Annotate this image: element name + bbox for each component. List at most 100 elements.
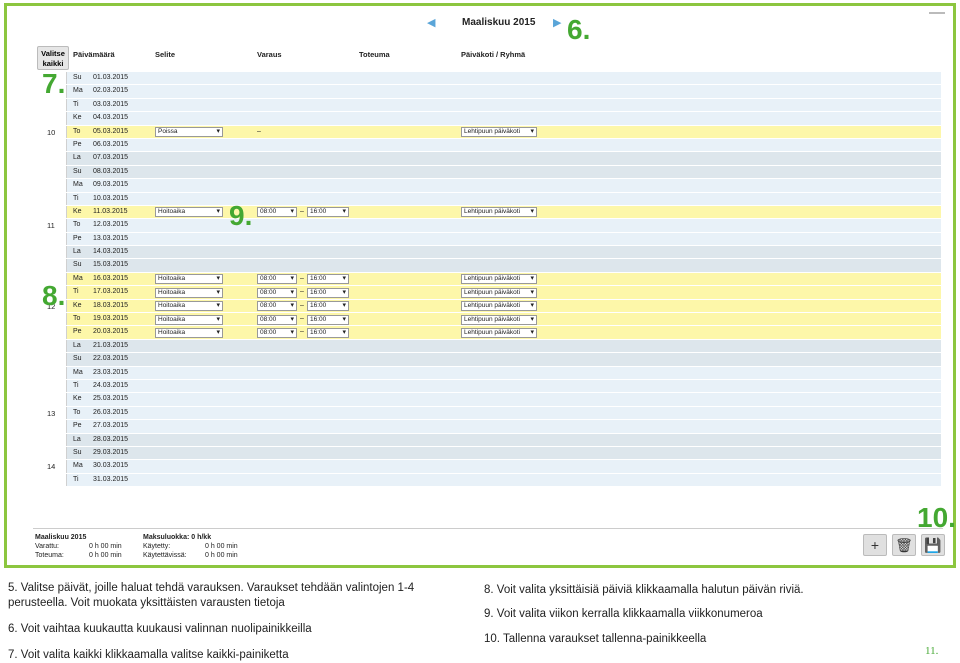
- start-time-select[interactable]: 08:00: [257, 207, 297, 218]
- start-time-select[interactable]: 08:00: [257, 274, 297, 285]
- start-time-select[interactable]: 08:00: [257, 314, 297, 325]
- end-time-select[interactable]: 16:00: [307, 327, 349, 338]
- table-row[interactable]: Ma 16.03.2015 Hoitoaika 08:00–16:00 Lehtipuu…: [37, 272, 941, 287]
- week-cell[interactable]: [37, 379, 67, 393]
- daycare-select[interactable]: Lehtipuun päiväkoti: [461, 274, 537, 285]
- selite-select[interactable]: Hoitoaika: [155, 301, 223, 312]
- week-cell[interactable]: [37, 313, 67, 326]
- table-row[interactable]: 13 To 26.03.2015: [37, 406, 941, 421]
- selite-select[interactable]: Hoitoaika: [155, 287, 223, 298]
- instruction-9: 9. Voit valita viikon kerralla klikkaama…: [484, 608, 763, 620]
- week-cell[interactable]: [37, 232, 67, 246]
- next-month-icon[interactable]: ▶: [553, 16, 561, 29]
- daycare-select[interactable]: Lehtipuun päiväkoti: [461, 127, 537, 138]
- week-number[interactable]: 11: [47, 221, 55, 230]
- table-row[interactable]: Su 29.03.2015: [37, 446, 941, 461]
- table-row[interactable]: Ke 11.03.2015 Hoitoaika 08:00–16:00 Lehtipuu…: [37, 205, 941, 220]
- week-number[interactable]: 14: [47, 462, 55, 471]
- selite-select[interactable]: Hoitoaika: [155, 314, 223, 325]
- selite-select[interactable]: Poissa: [155, 127, 223, 138]
- end-time-select[interactable]: 16:00: [307, 301, 349, 312]
- table-row[interactable]: To 19.03.2015 Hoitoaika 08:00–16:00 Lehtipuu…: [37, 313, 941, 327]
- end-time-select[interactable]: 16:00: [307, 287, 349, 298]
- date-cell: 14.03.2015: [93, 248, 129, 256]
- week-cell[interactable]: [37, 205, 67, 219]
- table-row[interactable]: 11 To 12.03.2015: [37, 219, 941, 233]
- table-row[interactable]: La 21.03.2015: [37, 339, 941, 354]
- week-cell[interactable]: 14: [37, 460, 67, 473]
- week-cell[interactable]: [37, 138, 67, 152]
- week-cell[interactable]: [37, 192, 67, 205]
- table-row[interactable]: Ke 04.03.2015: [37, 112, 941, 126]
- selite-select[interactable]: Hoitoaika: [155, 207, 223, 218]
- week-cell[interactable]: 13: [37, 406, 67, 420]
- trash-icon[interactable]: 🗑: [892, 534, 916, 556]
- selite-select[interactable]: Hoitoaika: [155, 327, 223, 338]
- table-row[interactable]: Ti 24.03.2015: [37, 379, 941, 394]
- week-cell[interactable]: [37, 98, 67, 112]
- table-row[interactable]: Pe 13.03.2015: [37, 232, 941, 247]
- table-row[interactable]: Ti 03.03.2015: [37, 98, 941, 113]
- table-row[interactable]: Ma 09.03.2015: [37, 179, 941, 193]
- selite-select[interactable]: Hoitoaika: [155, 274, 223, 285]
- week-cell[interactable]: [37, 112, 67, 125]
- week-cell[interactable]: [37, 246, 67, 259]
- start-time-select[interactable]: 08:00: [257, 287, 297, 298]
- week-cell[interactable]: [37, 326, 67, 339]
- table-row[interactable]: 12Ke18.03.2015Hoitoaika08:00–16:00Lehtip…: [37, 299, 941, 314]
- start-time-select[interactable]: 08:00: [257, 327, 297, 338]
- varattu-value: 0 h 00 min: [89, 543, 122, 550]
- kaytetty-value: 0 h 00 min: [205, 543, 238, 550]
- table-row[interactable]: La 07.03.2015: [37, 152, 941, 166]
- table-row[interactable]: 10 To 05.03.2015 Poissa – Lehtipuun päiväkoti: [37, 125, 941, 139]
- day-name: Su: [73, 74, 82, 81]
- table-row[interactable]: Su 15.03.2015: [37, 259, 941, 273]
- save-icon[interactable]: 💾: [921, 534, 945, 556]
- prev-month-icon[interactable]: ◀: [427, 16, 435, 29]
- week-cell[interactable]: [37, 179, 67, 192]
- table-row[interactable]: Ti 31.03.2015: [37, 473, 941, 488]
- table-row[interactable]: Pe 27.03.2015: [37, 420, 941, 434]
- instruction-8: 8. Voit valita yksittäisiä päiviä klikka…: [484, 584, 804, 596]
- daycare-select[interactable]: Lehtipuun päiväkoti: [461, 301, 537, 312]
- end-time-select[interactable]: 16:00: [307, 274, 349, 285]
- week-cell[interactable]: [37, 339, 67, 353]
- daycare-select[interactable]: Lehtipuun päiväkoti: [461, 207, 537, 218]
- add-icon[interactable]: +: [863, 534, 887, 556]
- week-cell[interactable]: [37, 152, 67, 165]
- week-cell[interactable]: [37, 420, 67, 433]
- day-name: To: [73, 127, 81, 135]
- week-number[interactable]: 13: [47, 409, 55, 418]
- window-control[interactable]: [929, 12, 945, 14]
- table-row[interactable]: Pe 20.03.2015 Hoitoaika 08:00–16:00 Lehtipuu…: [37, 326, 941, 340]
- table-row[interactable]: Ke 25.03.2015: [37, 393, 941, 407]
- daycare-select[interactable]: Lehtipuun päiväkoti: [461, 327, 537, 338]
- table-row[interactable]: Ma 23.03.2015: [37, 366, 941, 380]
- week-cell[interactable]: [37, 259, 67, 272]
- table-row[interactable]: Su 01.03.2015: [37, 72, 941, 86]
- week-cell[interactable]: [37, 353, 67, 366]
- daycare-select[interactable]: Lehtipuun päiväkoti: [461, 287, 537, 298]
- table-row[interactable]: 14 Ma 30.03.2015: [37, 460, 941, 474]
- week-cell[interactable]: [37, 393, 67, 406]
- table-row[interactable]: Pe 06.03.2015: [37, 138, 941, 153]
- table-row[interactable]: Ma 02.03.2015: [37, 85, 941, 99]
- week-cell[interactable]: [37, 165, 67, 179]
- week-cell[interactable]: [37, 473, 67, 487]
- week-cell[interactable]: 10: [37, 125, 67, 138]
- end-time-select[interactable]: 16:00: [307, 207, 349, 218]
- week-number[interactable]: 10: [47, 128, 55, 137]
- table-row[interactable]: La 14.03.2015: [37, 246, 941, 260]
- week-cell[interactable]: [37, 433, 67, 446]
- table-row[interactable]: Ti 17.03.2015 Hoitoaika 08:00–16:00 Lehtipuu…: [37, 286, 941, 300]
- end-time-select[interactable]: 16:00: [307, 314, 349, 325]
- week-cell[interactable]: [37, 366, 67, 379]
- table-row[interactable]: Su 22.03.2015: [37, 353, 941, 367]
- table-row[interactable]: Su 08.03.2015: [37, 165, 941, 180]
- daycare-select[interactable]: Lehtipuun päiväkoti: [461, 314, 537, 325]
- table-row[interactable]: Ti 10.03.2015: [37, 192, 941, 206]
- week-cell[interactable]: [37, 446, 67, 460]
- start-time-select[interactable]: 08:00: [257, 301, 297, 312]
- table-row[interactable]: La 28.03.2015: [37, 433, 941, 447]
- week-cell[interactable]: 11: [37, 219, 67, 232]
